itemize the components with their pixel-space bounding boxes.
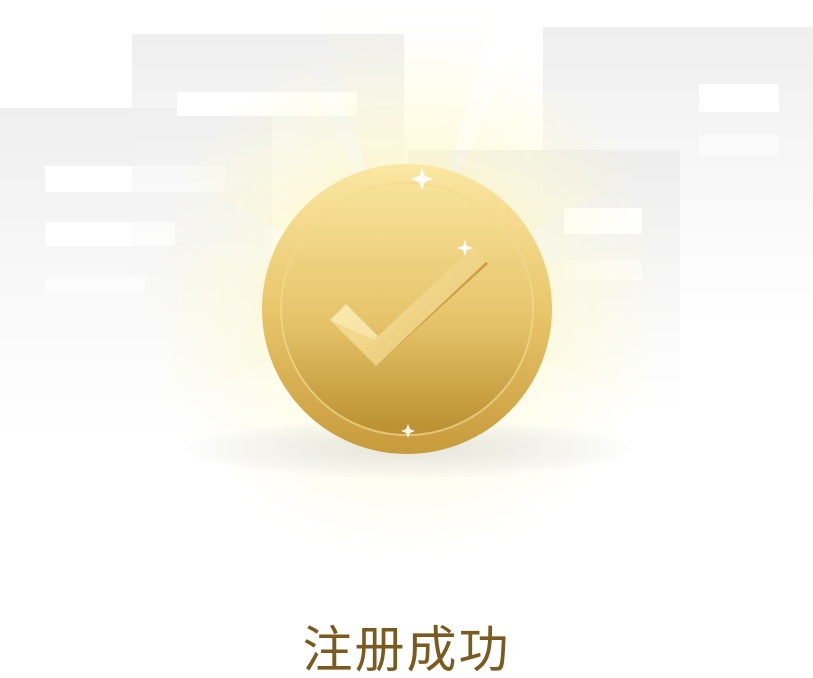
page-title: 注册成功	[302, 621, 511, 678]
placeholder-line	[699, 84, 779, 112]
check-coin-icon	[262, 164, 552, 454]
placeholder-line	[699, 135, 779, 155]
placeholder-line	[45, 276, 145, 294]
registration-success-screen: 注册成功	[0, 0, 813, 678]
